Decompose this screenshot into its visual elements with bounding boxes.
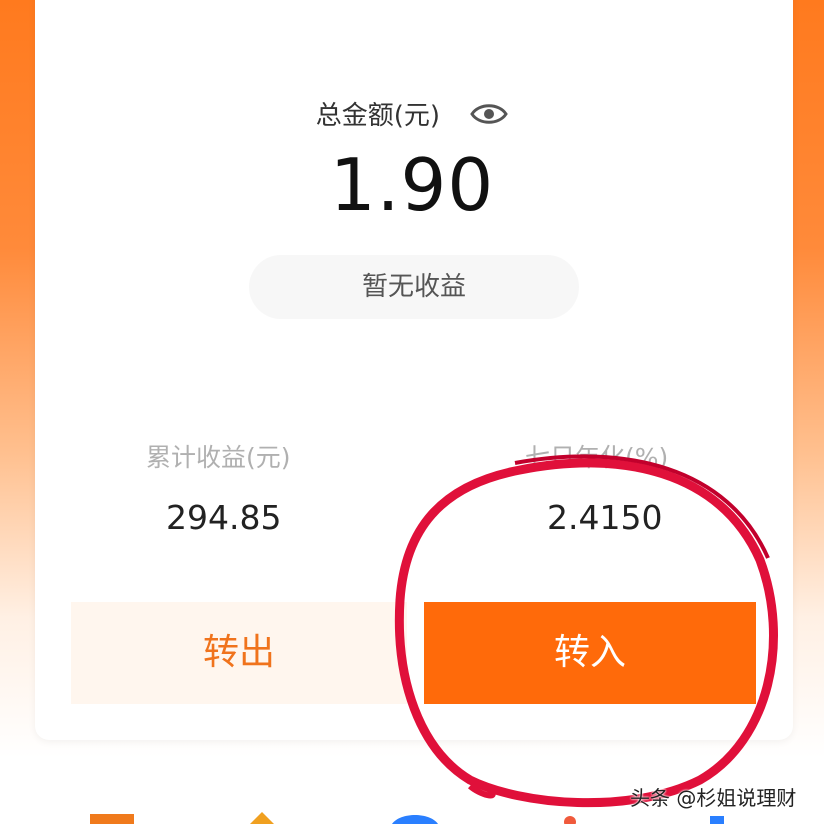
total-amount-label: 总金额(元) [315, 101, 441, 131]
watermark: 头条 @杉姐说理财 [630, 786, 797, 810]
seven-day-yield-value: 2.4150 [547, 498, 663, 537]
cumulative-income-value: 294.85 [166, 498, 282, 537]
cumulative-income-label: 累计收益(元) [146, 443, 291, 472]
no-income-badge: 暂无收益 [249, 255, 579, 319]
total-amount-value: 1.90 [329, 143, 495, 227]
transfer-out-button[interactable]: 转出 [71, 602, 407, 704]
eye-icon[interactable] [470, 101, 509, 127]
total-amount-header: 总金额(元) [0, 95, 824, 132]
transfer-in-button[interactable]: 转入 [424, 602, 756, 704]
seven-day-yield-label: 七日年化(%) [525, 443, 669, 472]
